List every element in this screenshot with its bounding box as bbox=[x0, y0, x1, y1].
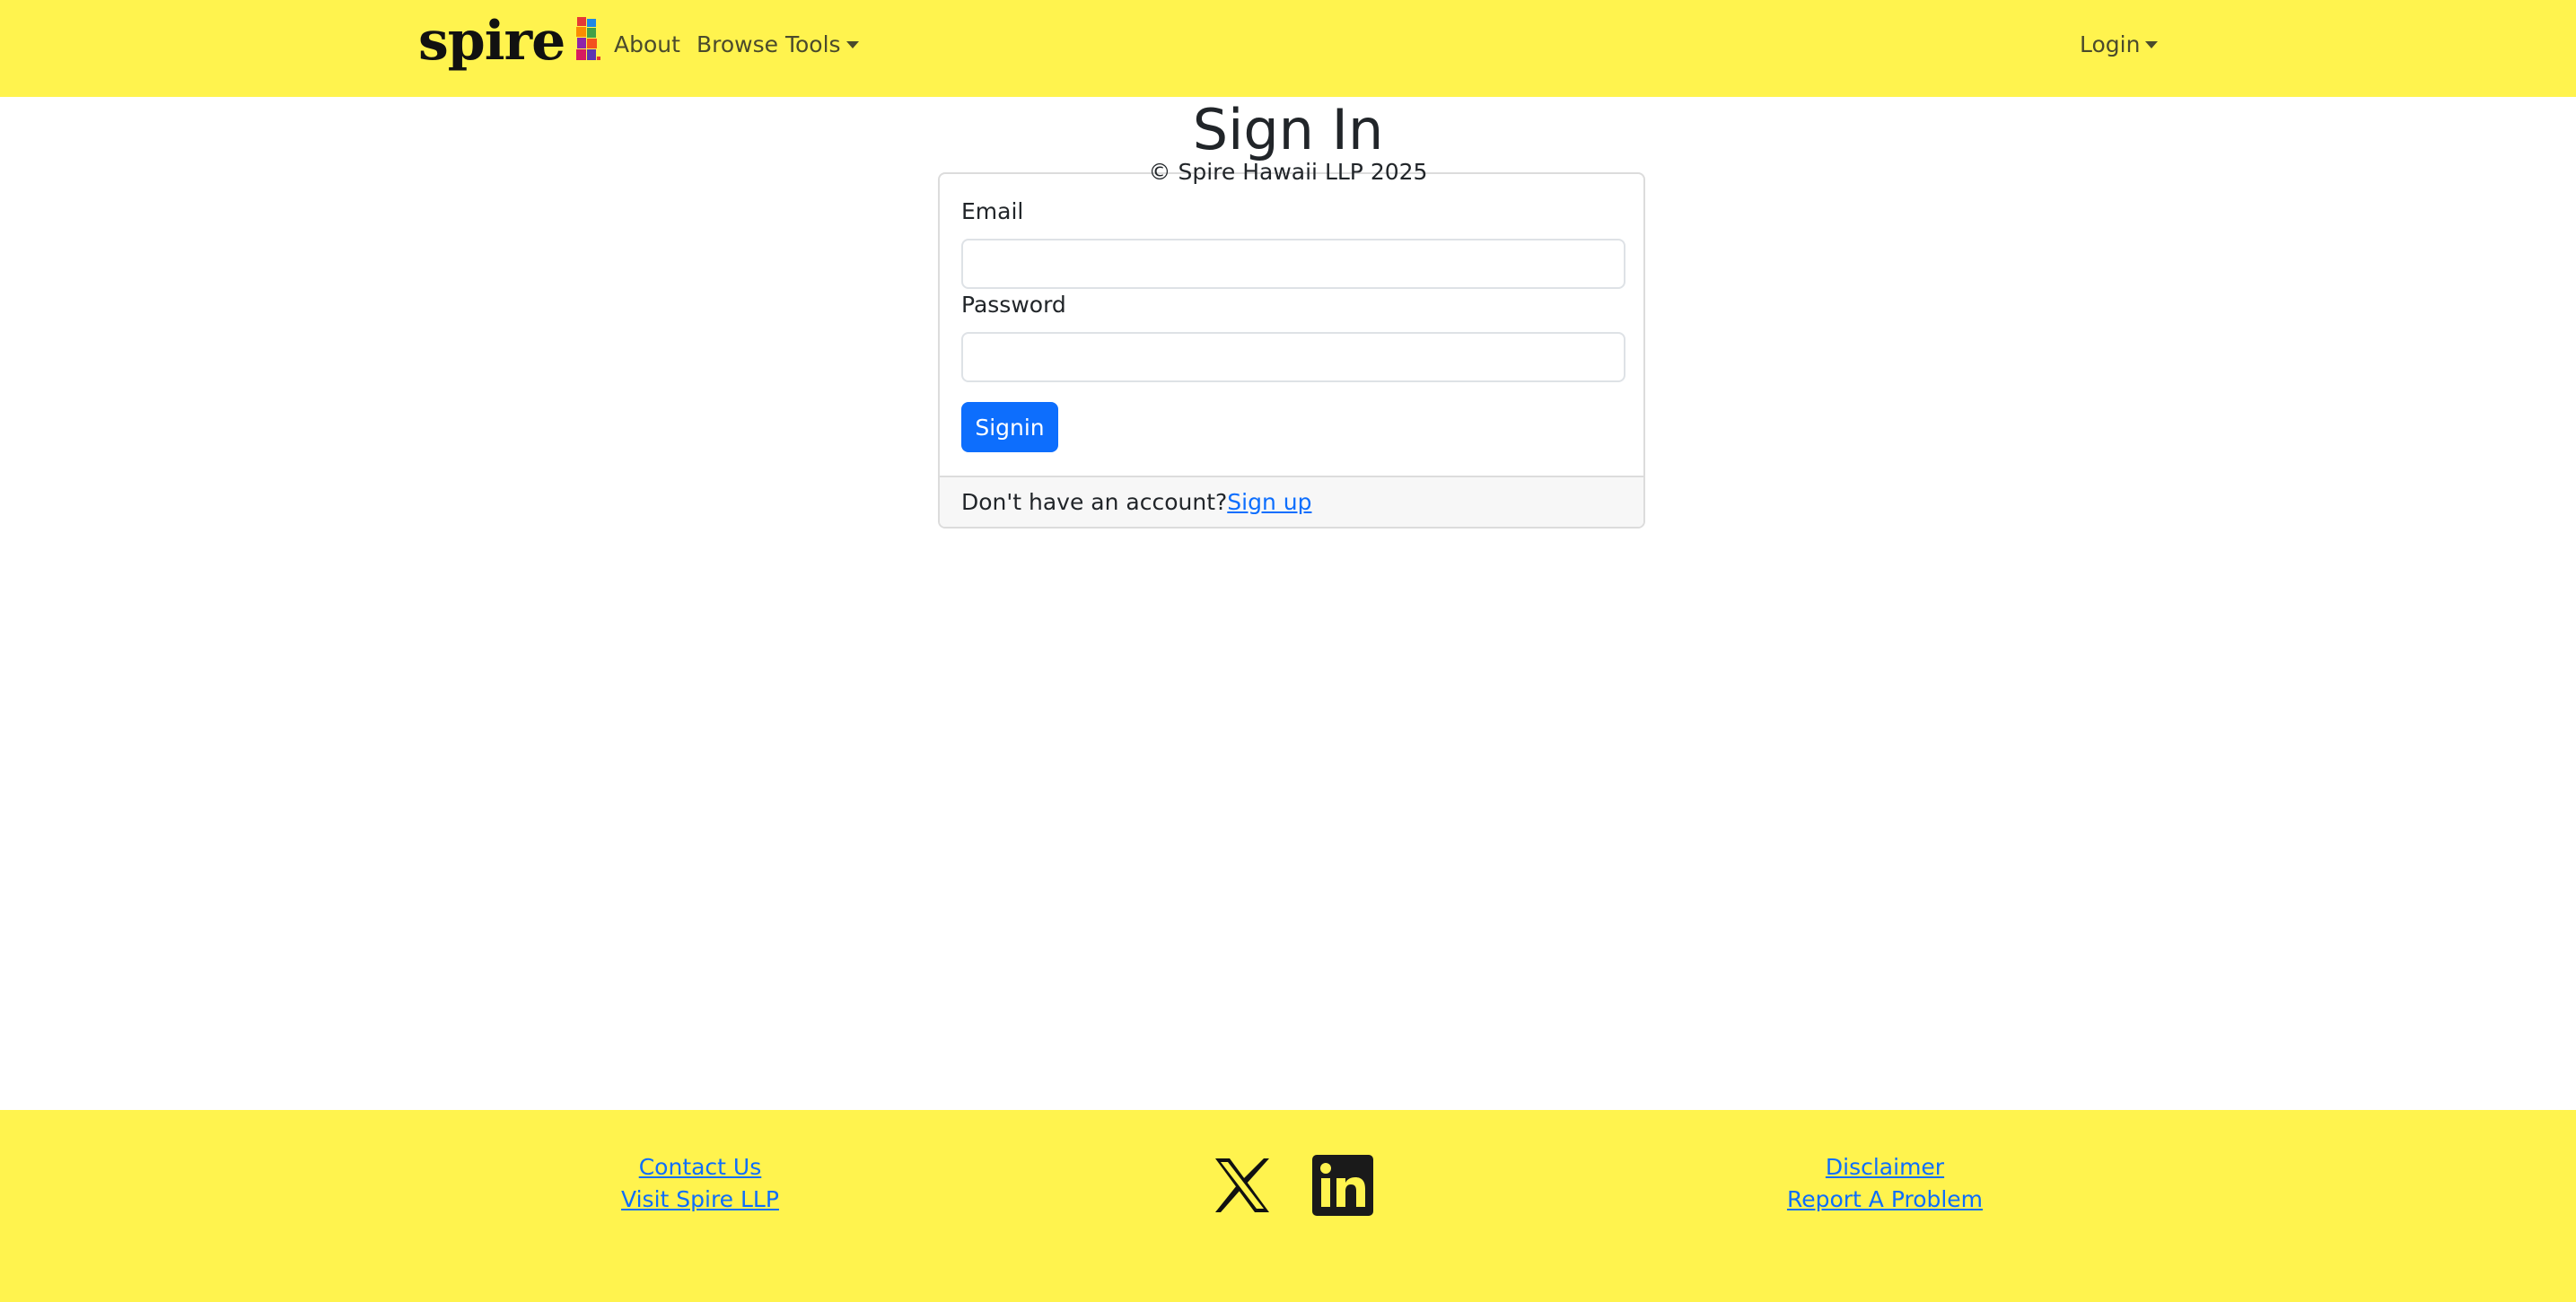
visit-spire-llp-link[interactable]: Visit Spire LLP bbox=[521, 1184, 880, 1216]
signin-button[interactable]: Signin bbox=[961, 402, 1058, 452]
disclaimer-link[interactable]: Disclaimer bbox=[1705, 1151, 2064, 1184]
nav-login-dropdown[interactable]: Login bbox=[2080, 27, 2159, 63]
chevron-down-icon bbox=[2145, 41, 2159, 48]
signup-link[interactable]: Sign up bbox=[1227, 489, 1311, 515]
x-icon[interactable] bbox=[1212, 1155, 1273, 1216]
password-label: Password bbox=[961, 292, 1066, 318]
nav-browse-tools-dropdown[interactable]: Browse Tools bbox=[697, 27, 859, 63]
password-field[interactable] bbox=[961, 332, 1625, 382]
signin-card: Email Password Signin Don't have an acco… bbox=[938, 172, 1645, 529]
contact-us-link[interactable]: Contact Us bbox=[521, 1151, 880, 1184]
brand-logo[interactable]: spire bbox=[418, 10, 601, 73]
footer-right-links: Disclaimer Report A Problem bbox=[1705, 1151, 2064, 1216]
login-label: Login bbox=[2080, 31, 2141, 57]
report-a-problem-link[interactable]: Report A Problem bbox=[1705, 1184, 2064, 1216]
email-field[interactable] bbox=[961, 239, 1625, 289]
nav-about-link[interactable]: About bbox=[614, 27, 680, 63]
footer: Contact Us Visit Spire LLP Disclaimer Re… bbox=[0, 1110, 2576, 1302]
signup-prompt-text: Don't have an account? bbox=[961, 489, 1228, 515]
email-label: Email bbox=[961, 198, 1024, 224]
chevron-down-icon bbox=[846, 41, 859, 48]
brand-wordmark: spire bbox=[418, 10, 565, 73]
footer-left-links: Contact Us Visit Spire LLP bbox=[521, 1151, 880, 1216]
page: spire About Browse Tools Login Sign In E… bbox=[0, 0, 2576, 1302]
linkedin-icon[interactable] bbox=[1312, 1155, 1373, 1216]
navbar: spire About Browse Tools Login bbox=[0, 0, 2576, 97]
browse-tools-label: Browse Tools bbox=[697, 31, 841, 57]
copyright-text: © Spire Hawaii LLP 2025 bbox=[1148, 159, 1428, 185]
signup-prompt: Don't have an account?Sign up bbox=[940, 476, 1643, 527]
spire-logo-icon bbox=[576, 17, 601, 60]
